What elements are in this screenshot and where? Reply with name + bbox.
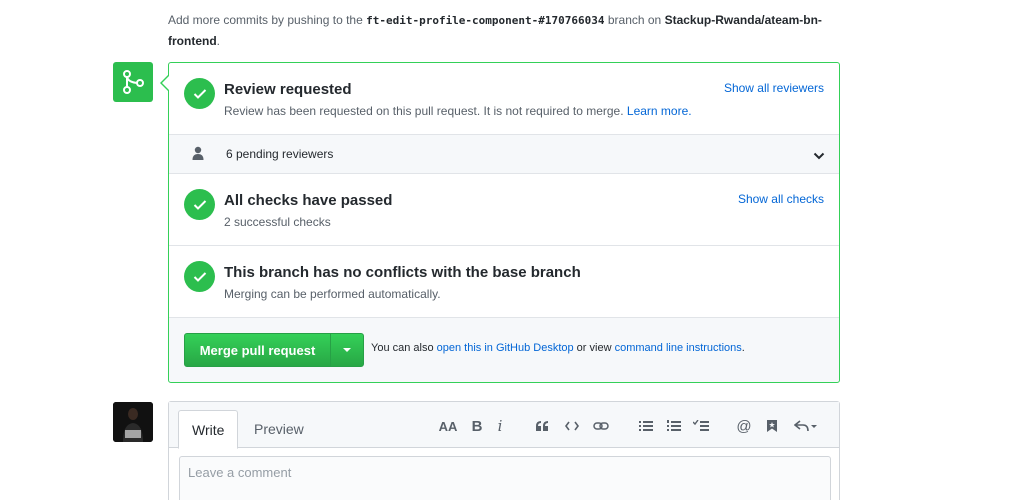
merge-note-suffix: .: [741, 342, 745, 354]
comment-textarea[interactable]: Leave a comment: [179, 456, 831, 500]
merge-options-dropdown[interactable]: [330, 333, 364, 367]
saved-reply-icon[interactable]: [761, 416, 783, 436]
tab-preview[interactable]: Preview: [241, 410, 317, 448]
quote-icon[interactable]: [531, 416, 553, 436]
comment-form: Write Preview AA B i @ Leave a comment: [168, 401, 840, 500]
person-icon: [192, 146, 204, 165]
pending-reviewers-label: 6 pending reviewers: [226, 147, 334, 161]
mention-icon[interactable]: @: [733, 416, 755, 436]
conflicts-subtitle: Merging can be performed automatically.: [224, 287, 441, 301]
check-circle-icon: [184, 189, 215, 220]
text-size-icon[interactable]: AA: [437, 416, 459, 436]
learn-more-link[interactable]: Learn more.: [627, 104, 692, 118]
conflicts-section: This branch has no conflicts with the ba…: [169, 246, 839, 318]
tab-write[interactable]: Write: [178, 410, 239, 449]
comment-toolbar: Write Preview AA B i @: [169, 402, 839, 449]
github-desktop-link[interactable]: open this in GitHub Desktop: [437, 342, 574, 354]
merge-note: You can also open this in GitHub Desktop…: [371, 342, 745, 354]
link-icon[interactable]: [590, 416, 612, 436]
merge-status-box: Review requested Review has been request…: [160, 62, 840, 383]
show-all-reviewers-link[interactable]: Show all reviewers: [724, 81, 824, 95]
merge-note-prefix: You can also: [371, 342, 437, 354]
merge-actions: Merge pull request You can also open thi…: [169, 318, 839, 382]
checks-subtitle: 2 successful checks: [224, 215, 331, 229]
check-circle-icon: [184, 78, 215, 109]
check-circle-icon: [184, 261, 215, 292]
command-line-link[interactable]: command line instructions: [615, 342, 742, 354]
code-icon[interactable]: [561, 416, 583, 436]
review-title: Review requested: [224, 81, 352, 98]
hint-middle: branch on: [604, 13, 665, 27]
unordered-list-icon[interactable]: [635, 416, 657, 436]
review-subtitle-text: Review has been requested on this pull r…: [224, 104, 624, 118]
avatar[interactable]: [113, 402, 153, 442]
pending-reviewers-toggle[interactable]: 6 pending reviewers: [169, 135, 839, 174]
chevron-down-icon[interactable]: [813, 148, 825, 166]
branch-name: ft-edit-profile-component-#170766034: [366, 14, 605, 27]
checks-section: All checks have passed 2 successful chec…: [169, 174, 839, 246]
conflicts-title: This branch has no conflicts with the ba…: [224, 264, 581, 281]
hint-suffix: .: [216, 34, 220, 48]
push-hint: Add more commits by pushing to the ft-ed…: [168, 10, 848, 51]
italic-icon[interactable]: i: [489, 416, 511, 436]
hint-prefix: Add more commits by pushing to the: [168, 13, 367, 27]
checks-title: All checks have passed: [224, 192, 393, 209]
task-list-icon[interactable]: [690, 416, 712, 436]
merge-note-middle: or view: [573, 342, 615, 354]
bold-icon[interactable]: B: [466, 416, 488, 436]
ordered-list-icon[interactable]: [663, 416, 685, 436]
review-subtitle: Review has been requested on this pull r…: [224, 104, 692, 118]
caret-down-icon: [343, 348, 351, 352]
review-section: Review requested Review has been request…: [169, 63, 839, 135]
merge-pull-request-button[interactable]: Merge pull request: [184, 333, 331, 367]
reply-icon[interactable]: [791, 416, 821, 436]
show-all-checks-link[interactable]: Show all checks: [738, 192, 824, 206]
git-merge-icon: [113, 62, 153, 102]
